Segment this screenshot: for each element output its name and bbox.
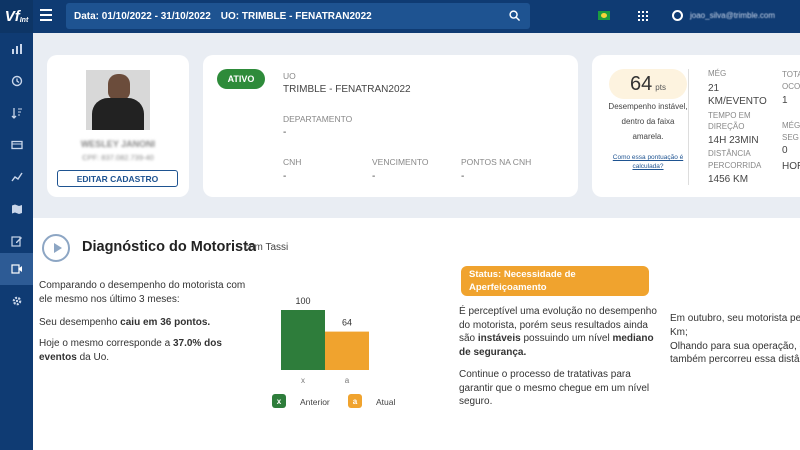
category-label: a	[345, 376, 350, 385]
status-badge: ATIVO	[217, 69, 265, 89]
bar-value-label: 100	[295, 296, 310, 306]
metric-km-event-label: MÉG	[708, 69, 727, 78]
bar-x	[281, 310, 325, 370]
comparison-intro: Comparando o desempenho do motorista com…	[39, 280, 246, 305]
score-drop-text: Seu desempenho caiu em 36 pontos.	[39, 317, 211, 328]
bar-value-label: 64	[342, 318, 352, 328]
line-chart-icon[interactable]	[0, 161, 33, 193]
uo-value: TRIMBLE - FENATRAN2022	[283, 84, 411, 95]
play-icon	[42, 234, 70, 262]
score-value: 64	[630, 73, 653, 95]
total-occurrences-label: TOTAL OCO	[782, 70, 800, 91]
app-logo[interactable]: Vf Int	[0, 0, 33, 33]
total-occurrences-value: 1	[782, 95, 788, 106]
score-description: Desempenho instável, dentro da faixa ama…	[608, 102, 688, 141]
divider	[688, 69, 689, 185]
uo-label: UO	[283, 71, 296, 81]
category-label: x	[301, 376, 305, 385]
drive-time-value: 14H 23MIN	[708, 135, 759, 146]
metric-seg-value: 0	[782, 145, 788, 156]
bar-chart-icon[interactable]	[0, 33, 33, 65]
driver-name: WESLEY JANONI	[80, 139, 156, 149]
driver-profile-card: WESLEY JANONI CPF: 837.082.739-40 EDITAR…	[47, 55, 189, 197]
department-value: -	[283, 127, 287, 138]
user-email[interactable]: joao_silva@trimble.com	[690, 11, 775, 20]
metric-hour-value: HOR	[782, 161, 800, 172]
cnh-label: CNH	[283, 157, 302, 167]
diagnostic-icon[interactable]	[0, 253, 33, 285]
search-icon[interactable]	[509, 10, 520, 21]
date-filter[interactable]: Data: 01/10/2022 - 31/10/2022	[74, 11, 211, 22]
card-icon[interactable]	[0, 129, 33, 161]
diagnostic-subtitle: com Tassi	[244, 242, 289, 253]
metric-km-event-value: 21 KM/EVENTO	[708, 83, 767, 107]
right-text-line2: Km;	[670, 327, 688, 338]
map-icon[interactable]	[0, 193, 33, 225]
driver-diagnostic-panel: Diagnóstico do Motorista com Tassi Compa…	[33, 218, 800, 450]
right-text-line3: Olhando para sua operação, o	[670, 341, 800, 352]
legend-key-anterior: x	[272, 394, 286, 408]
cnh-points-label: PONTOS NA CNH	[461, 157, 532, 167]
drive-time-label: TEMPO EM DIREÇÃO	[708, 111, 751, 131]
bar-a	[325, 331, 369, 370]
score-help-link[interactable]: Como essa pontuação é calculada?	[608, 153, 688, 171]
brazil-flag-icon[interactable]	[598, 11, 610, 20]
diagnostic-title: Diagnóstico do Motorista	[82, 239, 256, 255]
legend-key-atual: a	[348, 394, 362, 408]
uo-filter[interactable]: UO: TRIMBLE - FENATRAN2022	[221, 11, 372, 22]
logo-text: Vf	[4, 8, 20, 25]
top-bar: Vf Int Data: 01/10/2022 - 31/10/2022 UO: …	[0, 0, 800, 33]
department-label: DEPARTAMENTO	[283, 114, 353, 124]
edit-profile-button[interactable]: EDITAR CADASTRO	[57, 170, 178, 187]
driver-photo	[86, 70, 150, 130]
distance-value: 1456 KM	[708, 174, 749, 185]
hamburger-menu-icon[interactable]	[40, 9, 52, 21]
legend-label-atual: Atual	[376, 397, 396, 407]
sort-icon[interactable]	[0, 97, 33, 129]
expiry-value: -	[372, 171, 376, 182]
user-icon[interactable]	[672, 10, 683, 21]
driver-info-card: ATIVO UO TRIMBLE - FENATRAN2022 DEPARTAM…	[203, 55, 578, 197]
right-text-line1: Em outubro, seu motorista pe	[670, 313, 800, 324]
filter-bar[interactable]: Data: 01/10/2022 - 31/10/2022 UO: TRIMBL…	[66, 3, 530, 29]
correspondence-text: Hoje o mesmo corresponde a 37.0% dos eve…	[39, 338, 222, 363]
score-unit: pts	[655, 83, 666, 92]
settings-gear-icon[interactable]	[0, 285, 33, 317]
right-text-line4: também percorreu essa distâ	[670, 354, 800, 365]
expiry-label: VENCIMENTO	[372, 157, 429, 167]
score-bubble: 64 pts	[609, 69, 687, 99]
analysis-paragraph: É perceptível uma evolução no desempenho…	[459, 306, 657, 358]
apps-grid-icon[interactable]	[638, 11, 648, 21]
metric-seg-label: MÉG SEG	[782, 121, 800, 142]
status-banner: Status: Necessidade de Aperfeiçoamento	[461, 266, 649, 296]
logo-subtext: Int	[19, 17, 29, 24]
score-card: 64 pts Desempenho instável, dentro da fa…	[592, 55, 800, 197]
comparison-bar-chart: 100 x 64 a	[281, 296, 369, 385]
cnh-points-value: -	[461, 171, 465, 182]
cnh-value: -	[283, 171, 287, 182]
history-icon[interactable]	[0, 65, 33, 97]
sidebar	[0, 33, 33, 450]
driver-cpf: CPF: 837.082.739-40	[82, 153, 154, 162]
legend-label-anterior: Anterior	[300, 397, 330, 407]
recommendation-paragraph: Continue o processo de tratativas para g…	[459, 369, 650, 407]
distance-label: DISTÂNCIA PERCORRIDA	[708, 149, 762, 170]
